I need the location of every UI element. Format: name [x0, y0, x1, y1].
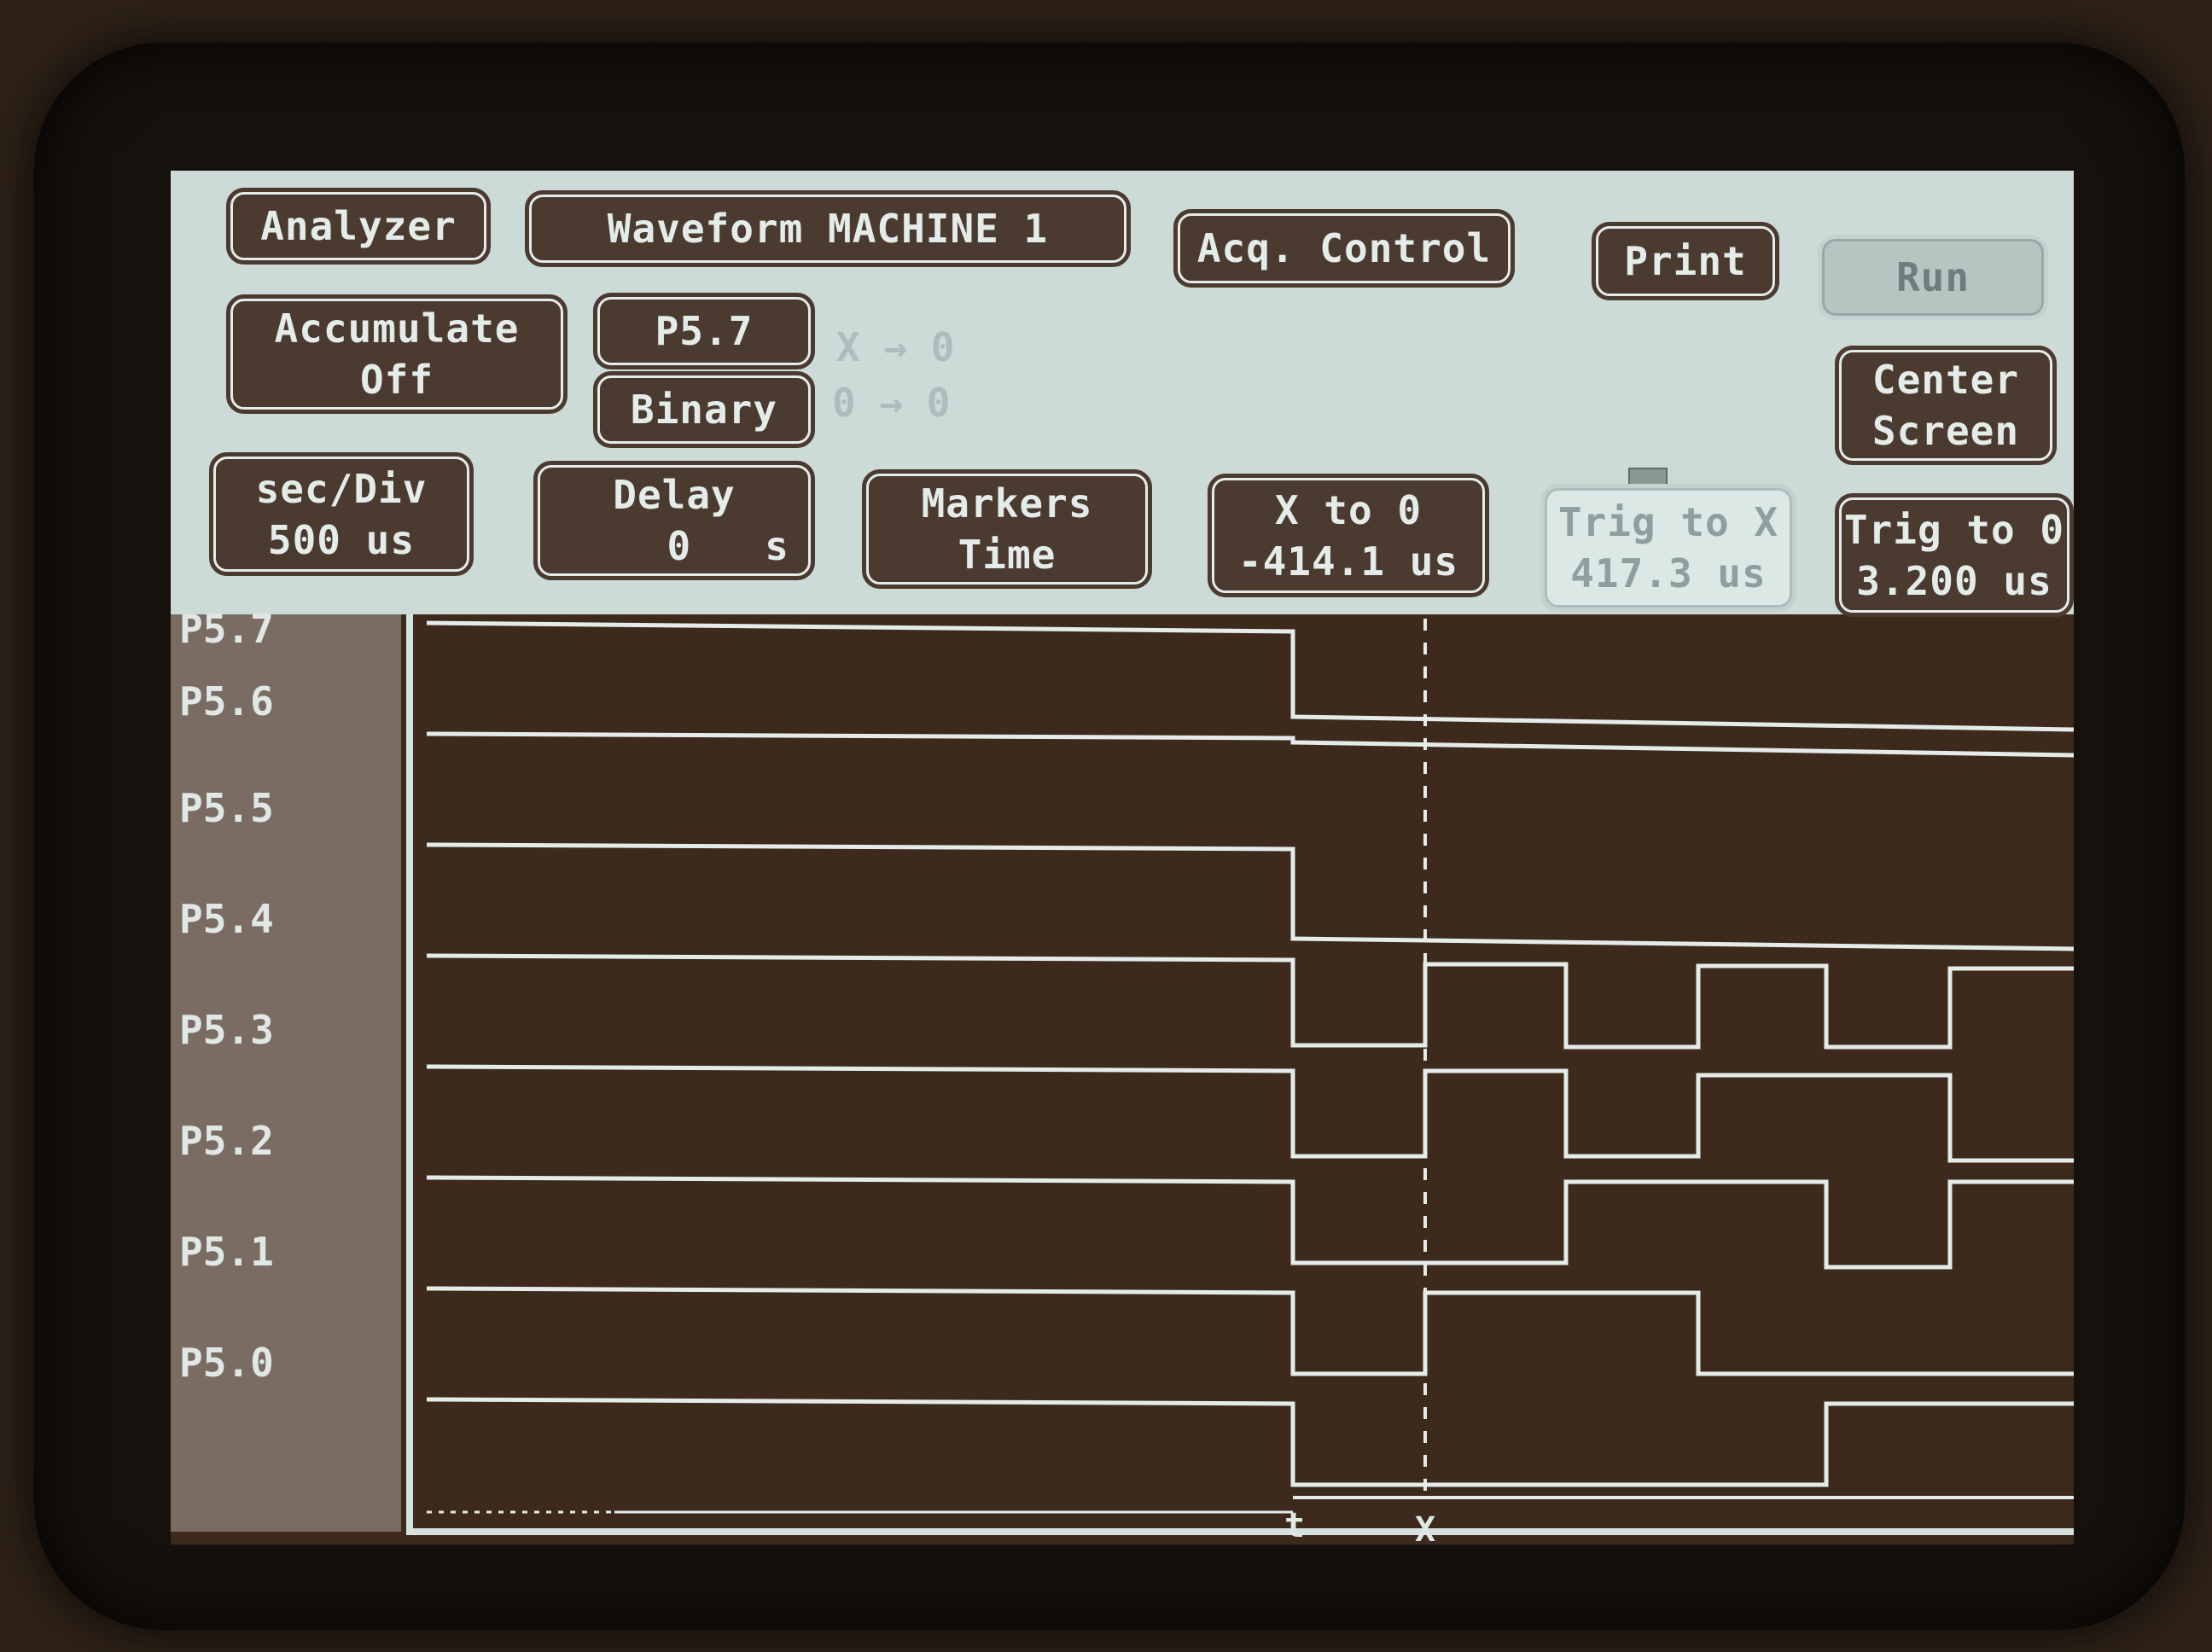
trace-p5-2 [426, 1175, 2074, 1270]
trigger-marker[interactable]: t [1284, 1506, 1305, 1545]
trace-p5-0 [426, 1397, 2074, 1487]
x-marker[interactable]: X [1415, 1510, 1435, 1550]
analyzer-screen: Analyzer Waveform MACHINE 1 Acq. Control… [171, 171, 2074, 1550]
trace-p5-7 [426, 620, 2074, 732]
waveform-display [406, 614, 2074, 1535]
trace-p5-1 [426, 1286, 2074, 1376]
trace-p5-6 [426, 731, 2074, 758]
trace-p5-4 [426, 953, 2074, 1050]
trace-p5-3 [426, 1064, 2074, 1163]
trace-p5-5 [426, 842, 2074, 951]
